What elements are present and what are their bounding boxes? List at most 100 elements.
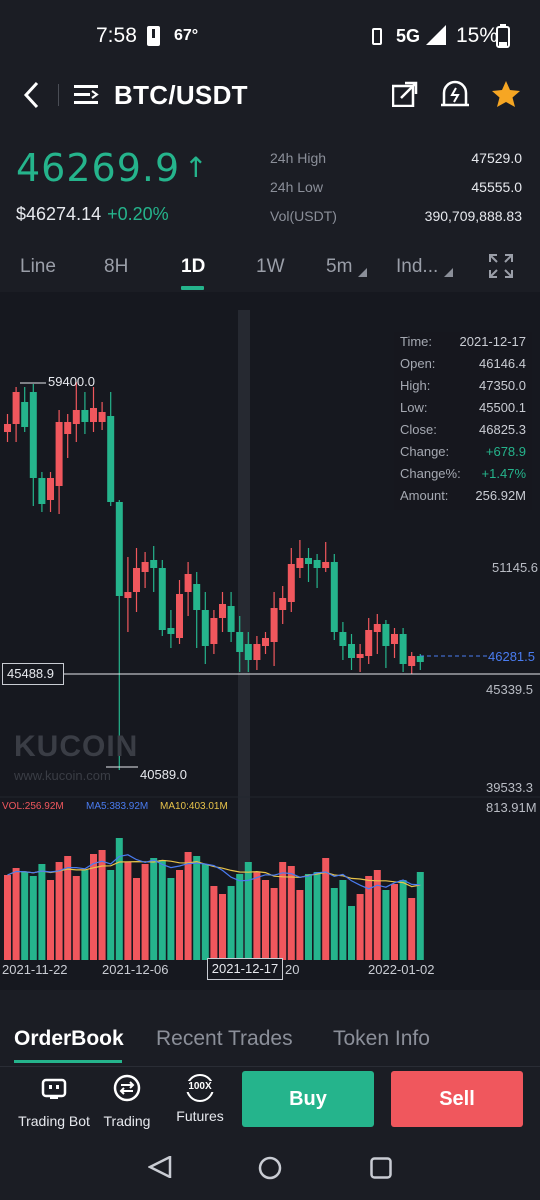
volume-bar bbox=[4, 875, 11, 960]
nav-recents-icon[interactable] bbox=[370, 1157, 392, 1179]
tab-line[interactable]: Line bbox=[20, 256, 56, 278]
futures-button[interactable]: 100X Futures bbox=[160, 1070, 240, 1126]
candle-body bbox=[81, 410, 89, 422]
pair-title[interactable]: BTC/USDT bbox=[114, 80, 248, 111]
volume-bar bbox=[167, 878, 175, 960]
info-key: Low: bbox=[400, 400, 428, 415]
stat-label-high: 24h High bbox=[270, 150, 327, 166]
candle-body bbox=[90, 408, 97, 422]
active-bottom-tab-indicator bbox=[14, 1060, 122, 1063]
price-up-arrow: ↑ bbox=[184, 151, 209, 184]
candle-body bbox=[29, 392, 37, 478]
last-price-value: 46269.9 bbox=[16, 146, 181, 190]
tool-label: Futures bbox=[176, 1108, 224, 1124]
volume-bar bbox=[29, 876, 37, 960]
volume-bar bbox=[38, 864, 46, 960]
volume-bar bbox=[150, 858, 158, 960]
menu-icon[interactable] bbox=[74, 83, 100, 107]
volume-bar bbox=[201, 864, 209, 960]
tab-1d[interactable]: 1D bbox=[181, 256, 205, 278]
volume-bar bbox=[12, 868, 20, 960]
volume-bar bbox=[356, 894, 364, 960]
volume-bar bbox=[348, 906, 355, 960]
fullscreen-icon[interactable] bbox=[489, 254, 513, 278]
sell-button[interactable]: Sell bbox=[391, 1071, 523, 1127]
info-key: Time: bbox=[400, 334, 433, 349]
volume-bar bbox=[339, 880, 347, 960]
volume-bar bbox=[72, 876, 80, 960]
candle-body bbox=[158, 568, 166, 630]
x-axis-label: 20 bbox=[285, 962, 300, 977]
candle-body bbox=[124, 592, 132, 598]
volume-bar bbox=[287, 866, 295, 960]
info-key: Amount: bbox=[400, 488, 449, 503]
volume-bar bbox=[124, 862, 132, 960]
candle-body bbox=[279, 598, 287, 610]
candle-body bbox=[21, 402, 29, 427]
info-value: +1.47% bbox=[481, 466, 526, 481]
candle-body bbox=[287, 564, 295, 602]
candle-body bbox=[373, 624, 381, 632]
tab-recent-trades[interactable]: Recent Trades bbox=[156, 1027, 293, 1051]
volume-bar bbox=[55, 862, 63, 960]
trading-bot-button[interactable]: Trading Bot bbox=[14, 1070, 94, 1129]
panel-divider bbox=[0, 1066, 540, 1067]
pair-header: BTC/USDT bbox=[0, 72, 540, 120]
stat-label-low: 24h Low bbox=[270, 179, 323, 195]
tool-label: Trading Bot bbox=[18, 1113, 90, 1129]
volume-bar bbox=[21, 872, 29, 960]
info-row: Open: 46146.4 bbox=[400, 356, 526, 378]
candle-body bbox=[219, 604, 226, 618]
candle-body bbox=[391, 634, 398, 644]
candle-body bbox=[193, 584, 201, 610]
candle-body bbox=[176, 594, 183, 638]
tab-1w[interactable]: 1W bbox=[256, 256, 285, 278]
candle-body bbox=[365, 630, 373, 656]
tab-indicators[interactable]: Ind... bbox=[396, 256, 438, 278]
candle-body bbox=[330, 562, 338, 632]
nav-back-icon[interactable] bbox=[148, 1156, 172, 1178]
status-temperature: 67° bbox=[174, 27, 199, 44]
candle-body bbox=[150, 560, 158, 568]
tab-5m[interactable]: 5m bbox=[326, 256, 352, 278]
info-row: Time: 2021-12-17 bbox=[400, 334, 526, 356]
price-axis-label: 45339.5 bbox=[486, 682, 533, 697]
volume-bar bbox=[244, 862, 252, 960]
favorite-star-icon[interactable] bbox=[491, 80, 521, 108]
tab-token-info[interactable]: Token Info bbox=[333, 1027, 430, 1051]
trading-button[interactable]: Trading bbox=[87, 1070, 167, 1129]
active-tab-indicator bbox=[181, 286, 204, 290]
volume-bar bbox=[210, 886, 218, 960]
usd-price: $46274.14 bbox=[16, 204, 102, 224]
volume-bar bbox=[236, 874, 244, 960]
tab-orderbook[interactable]: OrderBook bbox=[14, 1027, 124, 1051]
back-arrow-icon[interactable] bbox=[20, 80, 44, 110]
candle-body bbox=[72, 410, 80, 424]
battery-icon bbox=[496, 24, 510, 48]
volume-bar bbox=[219, 894, 226, 960]
volume-max-label: 813.91M bbox=[486, 800, 537, 815]
network-label: 5G bbox=[396, 26, 421, 46]
crosshair-price-value: 45488.9 bbox=[7, 666, 54, 681]
nav-home-icon[interactable] bbox=[258, 1156, 282, 1180]
share-icon[interactable] bbox=[392, 81, 418, 107]
divider bbox=[58, 84, 59, 106]
tab-8h[interactable]: 8H bbox=[104, 256, 128, 278]
info-row: Change%: +1.47% bbox=[400, 466, 526, 488]
candle-body bbox=[4, 424, 11, 432]
candle-body bbox=[382, 624, 390, 646]
low-marker-label: 40589.0 bbox=[140, 767, 187, 782]
volume-bar bbox=[262, 880, 269, 960]
price-alert-icon[interactable] bbox=[441, 80, 469, 108]
volume-bar bbox=[305, 874, 312, 960]
candle-body bbox=[399, 634, 407, 664]
candle-body bbox=[64, 422, 72, 434]
info-key: High: bbox=[400, 378, 431, 393]
trading-icon bbox=[113, 1074, 141, 1102]
volume-bar bbox=[133, 878, 140, 960]
tool-label: Trading bbox=[103, 1113, 151, 1129]
buy-button[interactable]: Buy bbox=[242, 1071, 374, 1127]
x-axis-label: 2021-11-22 bbox=[2, 962, 68, 977]
status-time: 7:58 bbox=[96, 24, 137, 47]
futures-badge: 100X bbox=[184, 1081, 216, 1092]
